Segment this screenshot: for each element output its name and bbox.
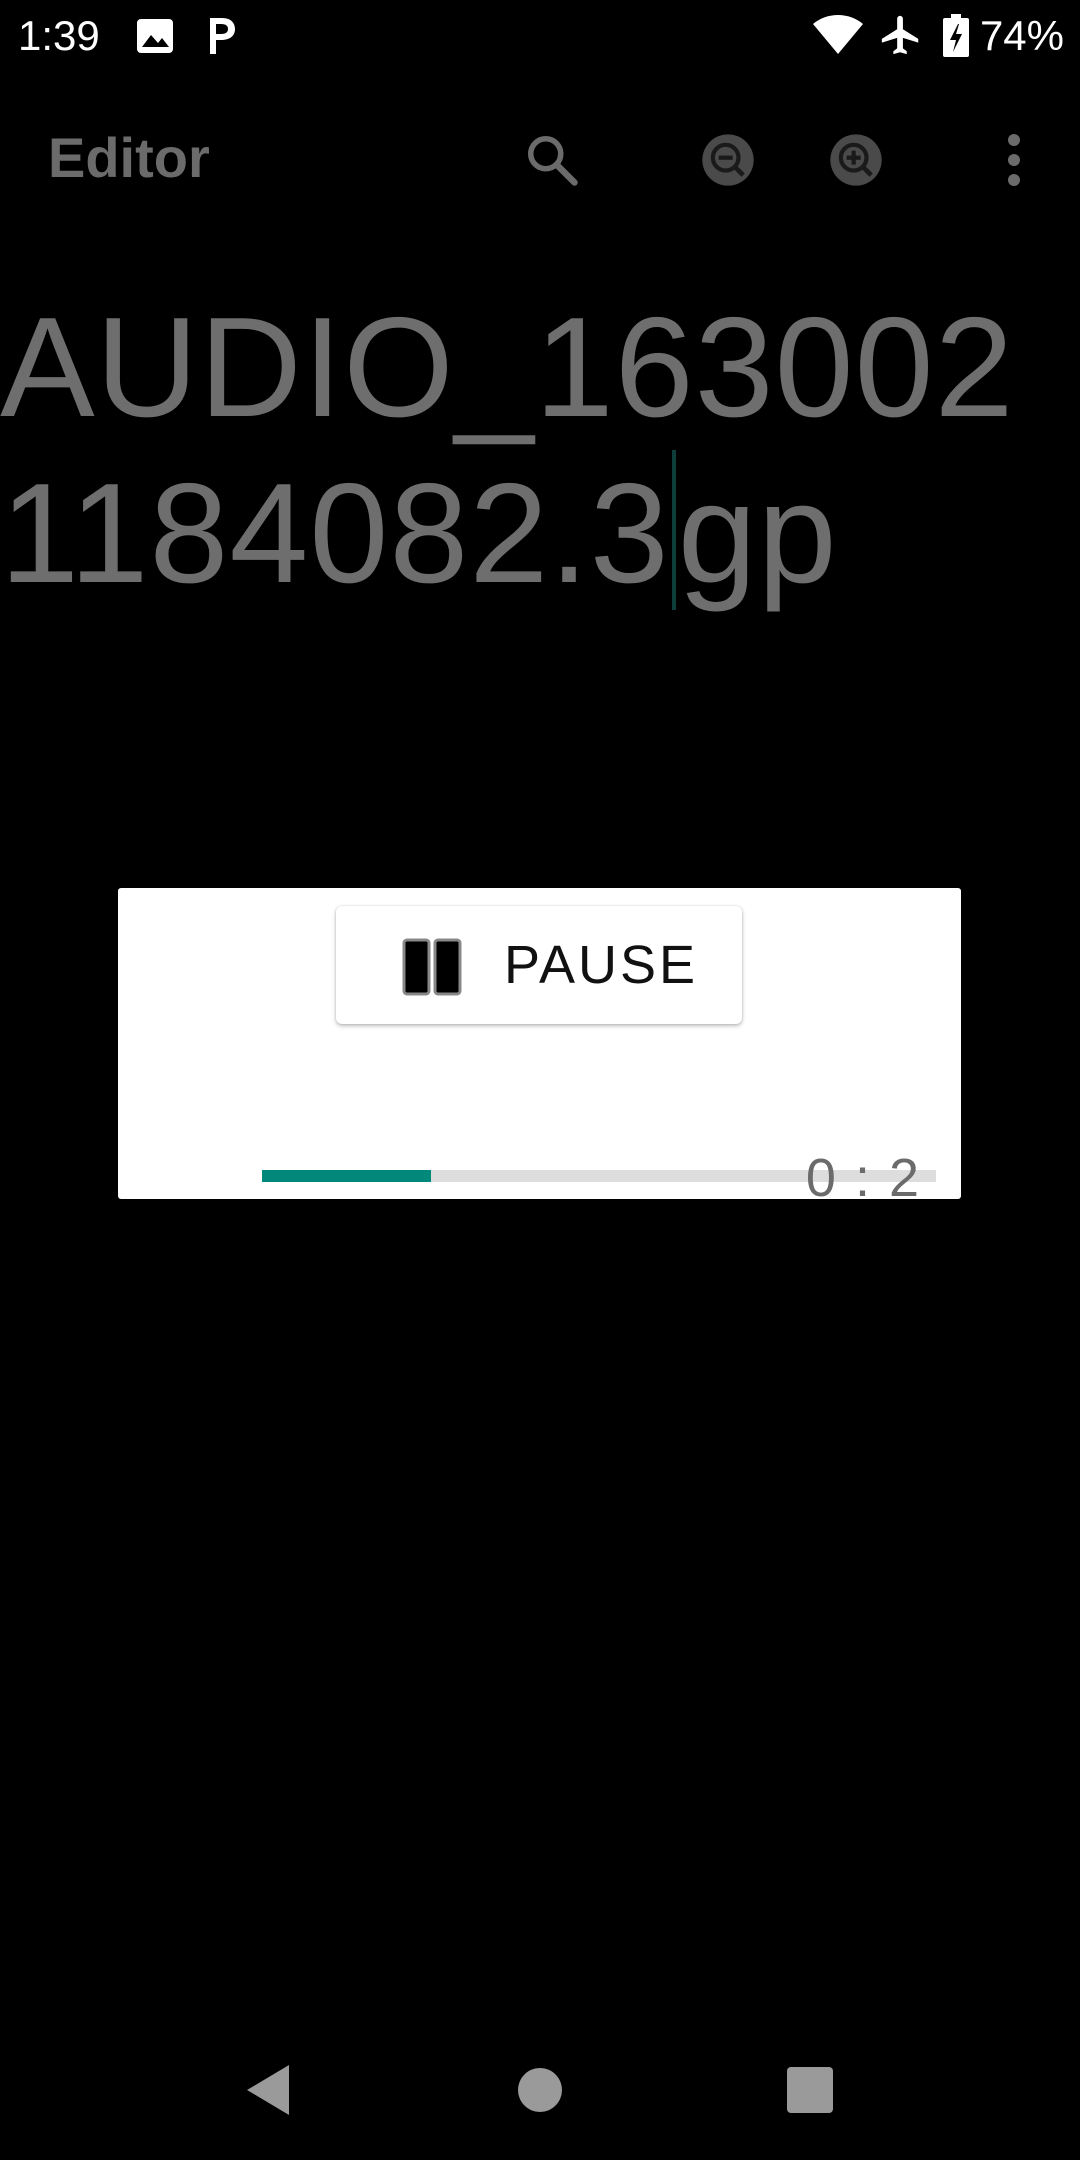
search-icon <box>528 136 578 186</box>
pause-label: PAUSE <box>504 935 699 995</box>
home-icon <box>518 2068 562 2112</box>
playback-time: 0 : 2 <box>805 1148 921 1208</box>
zoom-out-button[interactable] <box>682 114 774 206</box>
search-button[interactable] <box>506 114 598 206</box>
image-notification-icon <box>137 19 173 53</box>
recents-icon <box>787 2067 833 2113</box>
zoom-in-icon <box>830 134 882 186</box>
battery-percentage: 74% <box>979 12 1064 59</box>
zoom-out-icon <box>702 134 754 186</box>
audio-player-dialog: PAUSE 0 : 2 <box>118 888 961 1206</box>
text-caret <box>671 450 676 610</box>
status-bar: 1:39 74% <box>0 0 1080 72</box>
back-button[interactable] <box>218 2040 318 2140</box>
navigation-bar <box>0 2010 1080 2160</box>
editor-text-after-caret: gp <box>677 454 838 613</box>
zoom-in-button[interactable] <box>810 114 902 206</box>
battery-charging-icon <box>943 14 969 57</box>
airplane-mode-icon <box>881 15 919 55</box>
pause-button[interactable]: PAUSE <box>336 906 742 1024</box>
more-vert-icon <box>1008 134 1020 186</box>
seek-bar-progress <box>262 1170 431 1182</box>
app-toolbar: Editor <box>0 100 1080 220</box>
toolbar-title: Editor <box>48 126 210 189</box>
editor-text-area[interactable]: AUDIO_1630021184082.3gp <box>0 285 1080 616</box>
home-button[interactable] <box>490 2040 590 2140</box>
p-app-icon <box>210 18 235 54</box>
pause-icon <box>402 938 462 996</box>
editor-text-before-caret: AUDIO_1630021184082.3 <box>0 288 1015 613</box>
more-options-button[interactable] <box>968 114 1060 206</box>
status-time: 1:39 <box>18 12 100 59</box>
recents-button[interactable] <box>760 2040 860 2140</box>
wifi-icon <box>813 15 863 54</box>
back-icon <box>247 2065 289 2115</box>
